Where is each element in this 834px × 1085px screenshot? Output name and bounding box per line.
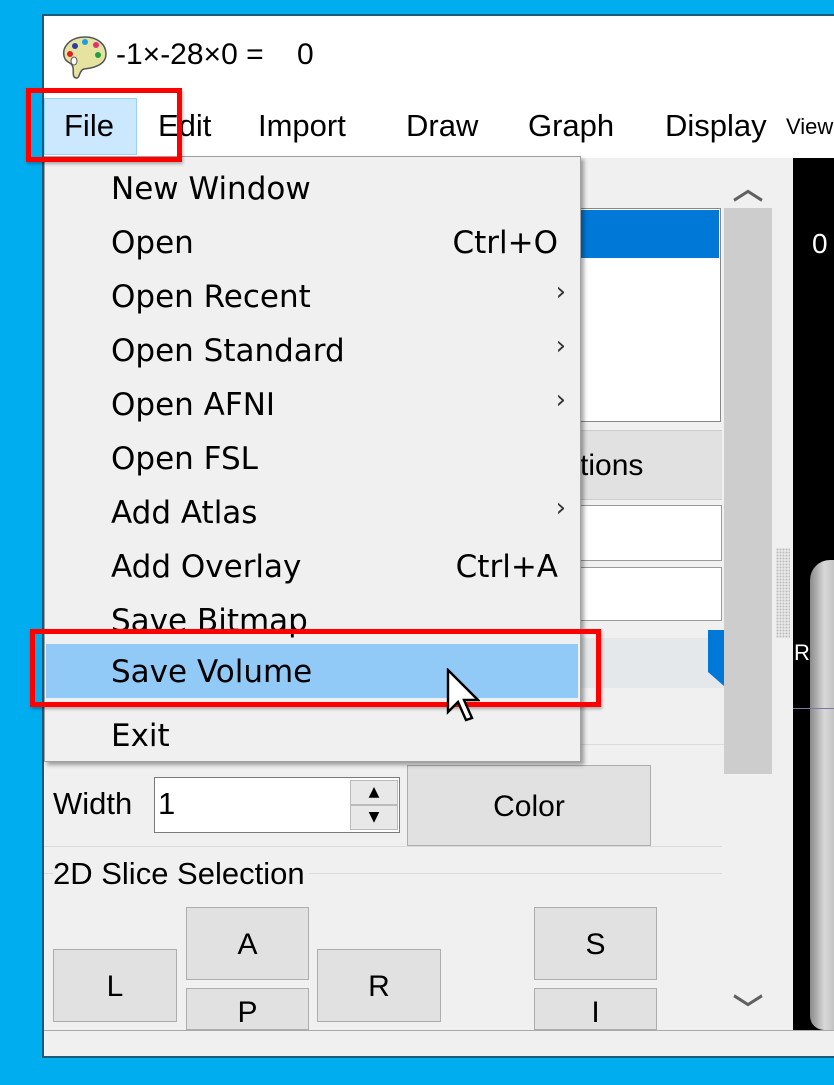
slice-selection-label: 2D Slice Selection — [53, 856, 309, 892]
menu-item-exit[interactable]: Exit — [46, 708, 578, 762]
selected-layer[interactable] — [579, 210, 719, 258]
divider — [44, 846, 722, 847]
menu-item-label: Add Atlas — [111, 495, 258, 531]
orientation-label: R — [794, 640, 810, 665]
menu-item-open-afni[interactable]: Open AFNI › — [46, 377, 578, 431]
options-button[interactable]: Options — [578, 430, 722, 500]
menu-item-shortcut: Ctrl+A — [455, 549, 558, 585]
menu-item-label: Open Standard — [111, 333, 345, 369]
panel-field-2[interactable] — [578, 567, 722, 621]
viewer-top-label: 0 — [812, 228, 828, 259]
menu-item-label: Open AFNI — [111, 387, 276, 423]
submenu-chevron-icon: › — [555, 493, 566, 523]
annotation-box-file — [26, 88, 182, 162]
slice-button-a[interactable]: A — [186, 907, 309, 980]
slice-button-i[interactable]: I — [534, 988, 657, 1030]
color-button[interactable]: Color — [407, 765, 651, 846]
submenu-chevron-icon: › — [555, 385, 566, 415]
slice-button-l[interactable]: L — [53, 949, 177, 1022]
menu-item-open-fsl[interactable]: Open FSL — [46, 431, 578, 485]
menu-view[interactable]: View — [786, 114, 833, 140]
width-value[interactable]: 1 — [158, 786, 175, 822]
menu-item-label: Exit — [111, 718, 170, 754]
annotation-box-save-volume — [30, 629, 601, 707]
menu-item-label: Open FSL — [111, 441, 258, 477]
crosshair-line — [793, 708, 834, 709]
menu-item-open-standard[interactable]: Open Standard › — [46, 323, 578, 377]
submenu-chevron-icon: › — [555, 277, 566, 307]
brain-image — [810, 560, 834, 1030]
slice-button-s[interactable]: S — [534, 907, 657, 980]
menu-display[interactable]: Display — [665, 108, 767, 144]
window-title: -1×-28×0 = 0 — [116, 38, 314, 71]
menu-import[interactable]: Import — [258, 108, 346, 144]
menu-graph[interactable]: Graph — [528, 108, 614, 144]
menu-item-open-recent[interactable]: Open Recent › — [46, 269, 578, 323]
panel-field-1[interactable] — [578, 505, 722, 561]
status-bar — [44, 1030, 834, 1056]
slice-button-p[interactable]: P — [186, 988, 309, 1030]
slice-button-r[interactable]: R — [317, 949, 441, 1022]
scroll-down-icon[interactable]: ﹀ — [730, 985, 766, 1029]
spin-down-icon[interactable]: ▼ — [350, 805, 398, 830]
menu-item-new-window[interactable]: New Window — [46, 161, 578, 215]
menu-item-label: New Window — [111, 171, 311, 207]
menu-item-add-overlay[interactable]: Add Overlay Ctrl+A — [46, 539, 578, 593]
width-label: Width — [53, 786, 133, 821]
submenu-chevron-icon: › — [555, 331, 566, 361]
spin-up-icon[interactable]: ▲ — [350, 780, 398, 805]
menu-item-add-atlas[interactable]: Add Atlas › — [46, 485, 578, 539]
menu-item-shortcut: Ctrl+O — [452, 225, 558, 261]
palette-icon — [62, 36, 107, 79]
menu-draw[interactable]: Draw — [406, 108, 478, 144]
menu-item-label: Open — [111, 225, 194, 261]
scroll-up-icon[interactable]: ︿ — [730, 164, 766, 208]
mouse-cursor-icon — [446, 668, 480, 722]
menu-item-label: Open Recent — [111, 279, 311, 315]
menu-item-open[interactable]: Open Ctrl+O — [46, 215, 578, 269]
splitter-grip[interactable] — [776, 548, 790, 638]
menu-item-label: Add Overlay — [111, 549, 302, 585]
scrollbar-thumb[interactable] — [724, 208, 772, 774]
